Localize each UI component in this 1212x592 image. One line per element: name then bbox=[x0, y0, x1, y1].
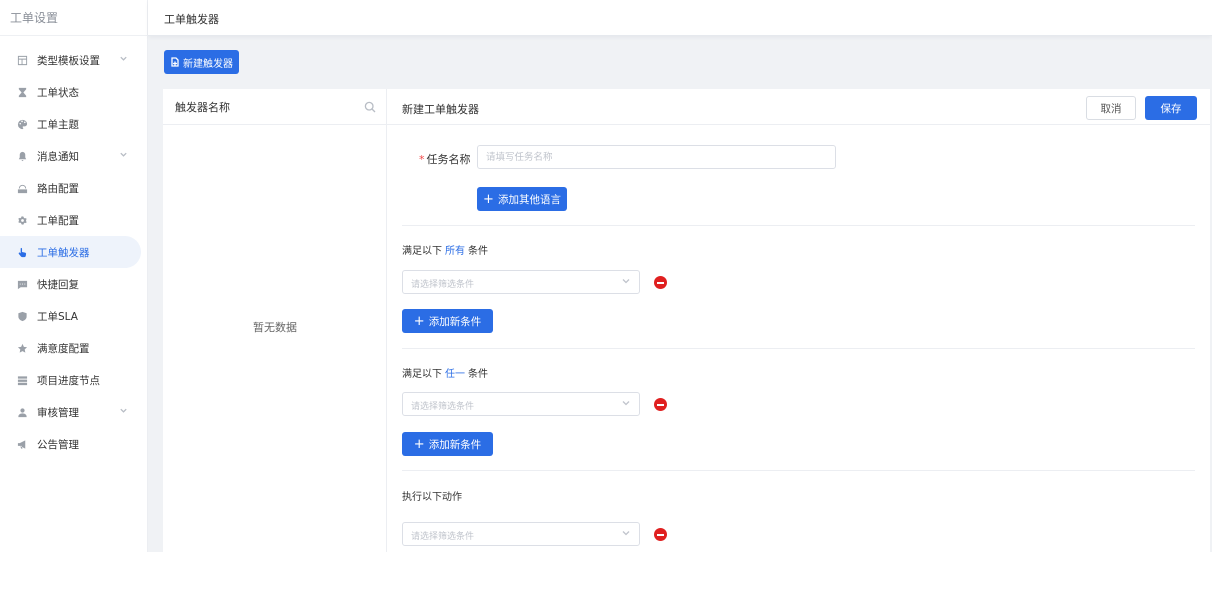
select-placeholder: 请选择筛选条件 bbox=[411, 532, 475, 542]
chevron-down-icon bbox=[119, 150, 129, 160]
sidebar-item-ticket-status[interactable]: 工单状态 bbox=[0, 76, 141, 108]
palette-icon bbox=[16, 118, 28, 130]
select-placeholder: 请选择筛选条件 bbox=[411, 280, 475, 290]
sidebar-item-label: 公告管理 bbox=[37, 438, 79, 451]
condition-keyword-all[interactable]: 所有 bbox=[445, 246, 465, 257]
condition-keyword-any[interactable]: 任一 bbox=[445, 369, 465, 380]
sidebar-item-ticket-config[interactable]: 工单配置 bbox=[0, 204, 141, 236]
trigger-form-panel: 新建工单触发器 取消 保存 *任务名称 + 添加其他语言 满足以下所有条件 请选… bbox=[387, 89, 1210, 552]
plus-icon: + bbox=[413, 436, 425, 452]
sidebar-item-announcements[interactable]: 公告管理 bbox=[0, 428, 141, 460]
form-title: 新建工单触发器 bbox=[402, 103, 479, 116]
condition-prefix: 满足以下 bbox=[402, 246, 442, 257]
divider bbox=[402, 348, 1195, 349]
any-conditions-title: 满足以下 任一 条件 bbox=[402, 365, 488, 380]
trigger-list-header: 触发器名称 bbox=[163, 89, 386, 125]
star-icon bbox=[16, 342, 28, 354]
task-name-label-text: 任务名称 bbox=[426, 153, 471, 166]
plus-icon: + bbox=[483, 191, 494, 207]
save-button[interactable]: 保存 bbox=[1145, 96, 1197, 120]
sidebar-item-label: 满意度配置 bbox=[37, 342, 90, 355]
chevron-down-icon bbox=[621, 528, 631, 538]
add-condition-label: 添加新条件 bbox=[428, 438, 482, 451]
chevron-down-icon bbox=[621, 276, 631, 286]
bell-icon bbox=[16, 150, 28, 162]
chevron-down-icon bbox=[119, 54, 129, 64]
action-select[interactable]: 请选择筛选条件 bbox=[402, 522, 640, 546]
user-icon bbox=[16, 406, 28, 418]
divider bbox=[402, 470, 1195, 471]
chevron-down-icon bbox=[621, 398, 631, 408]
sidebar: 工单设置 类型模板设置 工单状态 工单主题 消息通知 路由配置 工单配置 工单触… bbox=[0, 0, 148, 552]
sidebar-item-satisfaction[interactable]: 满意度配置 bbox=[0, 332, 141, 364]
any-condition-select[interactable]: 请选择筛选条件 bbox=[402, 392, 640, 416]
sidebar-item-label: 项目进度节点 bbox=[37, 374, 100, 387]
add-language-label: 添加其他语言 bbox=[497, 193, 561, 206]
select-placeholder: 请选择筛选条件 bbox=[411, 402, 475, 412]
actions-title: 执行以下动作 bbox=[402, 492, 462, 503]
add-condition-button[interactable]: + 添加新条件 bbox=[402, 432, 493, 456]
task-name-input[interactable] bbox=[477, 145, 836, 169]
sidebar-item-label: 工单触发器 bbox=[37, 246, 90, 259]
add-condition-button[interactable]: + 添加新条件 bbox=[402, 309, 493, 333]
condition-prefix: 满足以下 bbox=[402, 369, 442, 380]
sidebar-item-ticket-theme[interactable]: 工单主题 bbox=[0, 108, 141, 140]
cancel-button[interactable]: 取消 bbox=[1086, 96, 1136, 120]
all-condition-select[interactable]: 请选择筛选条件 bbox=[402, 270, 640, 294]
megaphone-icon bbox=[16, 438, 28, 450]
sidebar-item-label: 快捷回复 bbox=[37, 278, 79, 291]
app-frame: 工单设置 类型模板设置 工单状态 工单主题 消息通知 路由配置 工单配置 工单触… bbox=[0, 0, 1212, 552]
form-header: 新建工单触发器 取消 保存 bbox=[387, 89, 1210, 125]
hourglass-icon bbox=[16, 86, 28, 98]
gear-icon bbox=[16, 214, 28, 226]
condition-suffix: 条件 bbox=[468, 369, 488, 380]
empty-state-text: 暂无数据 bbox=[253, 321, 297, 334]
sidebar-item-label: 类型模板设置 bbox=[37, 54, 100, 67]
sidebar-item-type-template[interactable]: 类型模板设置 bbox=[0, 44, 141, 76]
trigger-name-column: 触发器名称 bbox=[175, 100, 230, 114]
sidebar-item-label: 消息通知 bbox=[37, 150, 79, 163]
sidebar-menu: 类型模板设置 工单状态 工单主题 消息通知 路由配置 工单配置 工单触发器 快捷… bbox=[0, 36, 147, 460]
sidebar-item-review[interactable]: 审核管理 bbox=[0, 396, 141, 428]
sidebar-item-label: 工单主题 bbox=[37, 118, 79, 131]
router-icon bbox=[16, 182, 28, 194]
add-language-button[interactable]: + 添加其他语言 bbox=[477, 187, 567, 211]
sidebar-item-ticket-sla[interactable]: 工单SLA bbox=[0, 300, 141, 332]
pointer-hand-icon bbox=[16, 246, 28, 258]
task-name-label: * 任务名称 bbox=[419, 151, 471, 167]
sidebar-item-label: 工单状态 bbox=[37, 86, 79, 99]
remove-action-icon[interactable] bbox=[654, 528, 667, 541]
new-trigger-label: 新建触发器 bbox=[183, 58, 233, 70]
new-trigger-button[interactable]: 新建触发器 bbox=[164, 50, 239, 74]
divider bbox=[402, 225, 1195, 226]
sidebar-item-ticket-trigger[interactable]: 工单触发器 bbox=[0, 236, 141, 268]
sidebar-item-notifications[interactable]: 消息通知 bbox=[0, 140, 141, 172]
sidebar-title: 工单设置 bbox=[0, 0, 147, 36]
sidebar-item-label: 审核管理 bbox=[37, 406, 79, 419]
sidebar-item-quick-reply[interactable]: 快捷回复 bbox=[0, 268, 141, 300]
sidebar-item-routing[interactable]: 路由配置 bbox=[0, 172, 141, 204]
trigger-list-panel: 触发器名称 暂无数据 bbox=[163, 89, 387, 552]
all-conditions-title: 满足以下 所有 条件 bbox=[402, 242, 488, 257]
remove-condition-icon[interactable] bbox=[654, 276, 667, 289]
chevron-down-icon bbox=[119, 406, 129, 416]
condition-suffix: 条件 bbox=[468, 246, 488, 257]
page-header: 工单触发器 bbox=[148, 0, 1212, 36]
sidebar-item-label: 工单配置 bbox=[37, 214, 79, 227]
sidebar-item-project-progress[interactable]: 项目进度节点 bbox=[0, 364, 141, 396]
shield-icon bbox=[16, 310, 28, 322]
template-icon bbox=[16, 54, 28, 66]
message-icon bbox=[16, 278, 28, 290]
list-icon bbox=[16, 374, 28, 386]
add-file-icon bbox=[170, 57, 180, 67]
search-icon[interactable] bbox=[364, 101, 376, 113]
plus-icon: + bbox=[413, 313, 425, 329]
required-mark: * bbox=[419, 153, 425, 166]
sidebar-item-label: 工单SLA bbox=[37, 310, 78, 323]
add-condition-label: 添加新条件 bbox=[428, 315, 482, 328]
sidebar-item-label: 路由配置 bbox=[37, 182, 79, 195]
page-title: 工单触发器 bbox=[164, 13, 219, 26]
remove-condition-icon[interactable] bbox=[654, 398, 667, 411]
